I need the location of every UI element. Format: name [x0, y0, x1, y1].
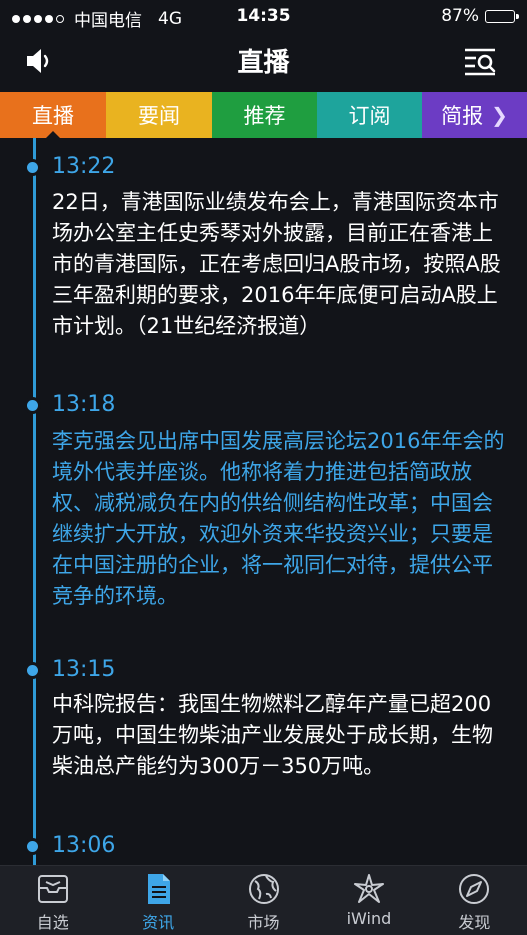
timeline-dot	[27, 841, 38, 852]
bottom-tab-market[interactable]: 市场	[211, 866, 316, 935]
timeline-dot	[27, 400, 38, 411]
globe-icon	[248, 874, 279, 904]
bottom-tab-news[interactable]: 资讯	[105, 866, 210, 935]
timeline-line	[33, 138, 36, 865]
tab-subscribed[interactable]: 订阅	[317, 92, 422, 138]
page-title: 直播	[237, 48, 290, 78]
bottom-tab-bar: 自选 资讯 市场 iWind 发现	[0, 865, 527, 935]
chevron-right-icon: ❯	[491, 103, 508, 127]
feed-time: 13:15	[52, 657, 116, 682]
feed-time: 13:22	[52, 154, 116, 179]
tab-headlines[interactable]: 要闻	[106, 92, 212, 138]
feed-text: 中科院报告：我国生物燃料乙醇年产量已超200万吨，中国生物柴油产业发展处于成长期…	[52, 692, 493, 778]
inbox-tray-icon	[37, 875, 68, 903]
battery-icon	[485, 9, 519, 23]
app-screen: 中国电信 4G 14:35 87% 直播 直播 要闻 推荐 订阅 简报 ❯ 13…	[0, 0, 527, 935]
feed-time: 13:18	[52, 392, 116, 417]
feed-text: 22日，青港国际业绩发布会上，青港国际资本市场办公室主任史秀琴对外披露，目前正在…	[52, 190, 501, 338]
timeline-dot	[27, 162, 38, 173]
tab-recommended[interactable]: 推荐	[212, 92, 317, 138]
bottom-tab-discover[interactable]: 发现	[422, 866, 527, 935]
feed-text: 李克强会见出席中国发展高层论坛2016年年会的境外代表并座谈。他称将着力推进包括…	[52, 429, 505, 608]
bottom-tab-watchlist[interactable]: 自选	[0, 866, 105, 935]
feed-time: 13:06	[52, 833, 116, 858]
status-bar: 中国电信 4G 14:35 87%	[0, 0, 527, 34]
timeline-dot	[27, 665, 38, 676]
tab-live[interactable]: 直播	[0, 92, 106, 139]
bottom-tab-iwind[interactable]: iWind	[316, 866, 421, 935]
iwind-logo-icon	[353, 874, 384, 903]
document-icon	[148, 874, 171, 904]
category-tabs: 直播 要闻 推荐 订阅 简报 ❯	[0, 92, 527, 139]
live-feed[interactable]: 13:22 22日，青港国际业绩发布会上，青港国际资本市场办公室主任史秀琴对外披…	[0, 138, 527, 865]
nav-bar: 直播	[0, 34, 527, 90]
tab-briefing[interactable]: 简报 ❯	[422, 92, 527, 138]
battery-percent: 87%	[441, 6, 479, 26]
search-list-icon[interactable]	[463, 46, 499, 78]
compass-icon	[459, 874, 490, 904]
